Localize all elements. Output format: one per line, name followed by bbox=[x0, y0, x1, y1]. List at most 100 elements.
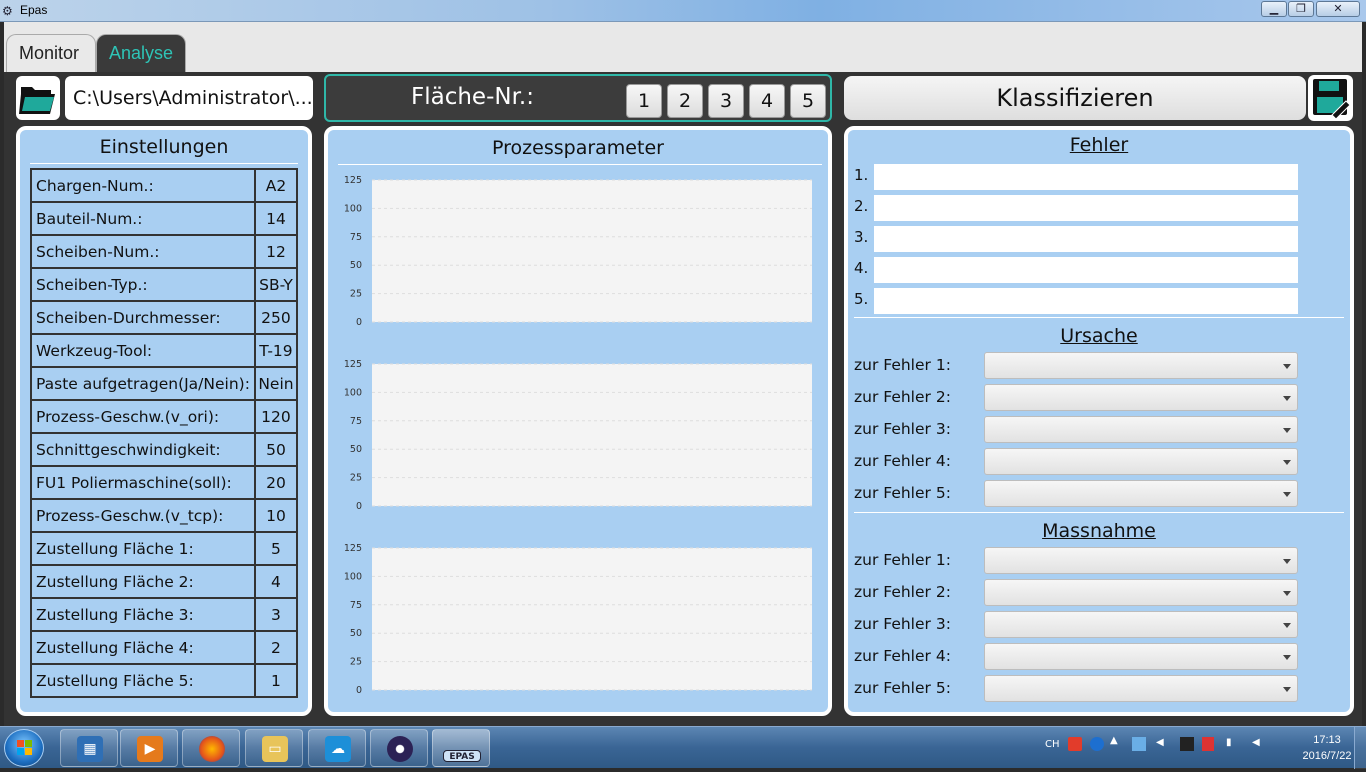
taskbar-libraries[interactable]: ▦ bbox=[60, 729, 118, 767]
flaeche-button-2[interactable]: 2 bbox=[667, 84, 703, 118]
massnahme-title: Massnahme bbox=[1042, 520, 1156, 542]
flaeche-label: Fläche-Nr.: bbox=[411, 84, 534, 110]
clock-time: 17:13 bbox=[1313, 734, 1341, 746]
ursache-select-2[interactable] bbox=[984, 384, 1298, 411]
window-title: Epas bbox=[20, 3, 48, 17]
tab-analyse[interactable]: Analyse bbox=[96, 34, 186, 72]
tray-arrow-icon[interactable]: ▲ bbox=[1110, 735, 1118, 746]
settings-value: 120 bbox=[253, 399, 299, 434]
plot-area bbox=[372, 180, 812, 322]
settings-table: Chargen-Num.: A2 Bauteil-Num.: 14 Scheiben-N… bbox=[30, 168, 299, 698]
maximize-button[interactable]: ❐ bbox=[1288, 1, 1314, 17]
chevron-down-icon bbox=[1283, 623, 1291, 628]
settings-value: A2 bbox=[253, 168, 299, 203]
settings-value: 5 bbox=[253, 531, 299, 566]
settings-row: Scheiben-Typ.: SB-Y bbox=[30, 267, 299, 302]
taskbar-explorer[interactable]: ▭ bbox=[245, 729, 303, 767]
taskbar-media-player[interactable]: ▶ bbox=[120, 729, 178, 767]
settings-row: Prozess-Geschw.(v_tcp): 10 bbox=[30, 498, 299, 533]
classification-panel: Fehler 1. 2. 3. 4. 5. Ursache zur Fehler 1: z… bbox=[844, 126, 1354, 716]
settings-value: 12 bbox=[253, 234, 299, 269]
massnahme-row: zur Fehler 4: bbox=[854, 643, 1344, 671]
settings-label: Paste aufgetragen(Ja/Nein): bbox=[30, 366, 256, 401]
divider bbox=[338, 164, 822, 165]
settings-value: SB-Y bbox=[253, 267, 299, 302]
chevron-down-icon bbox=[1283, 460, 1291, 465]
ursache-select-5[interactable] bbox=[984, 480, 1298, 507]
massnahme-row: zur Fehler 5: bbox=[854, 675, 1344, 703]
path-input[interactable]: C:\Users\Administrator\... bbox=[65, 76, 313, 120]
massnahme-select-1[interactable] bbox=[984, 547, 1298, 574]
fehler-input-3[interactable] bbox=[874, 226, 1298, 252]
process-chart-1: 0 25 50 75 100 125 bbox=[338, 172, 822, 332]
display-icon[interactable] bbox=[1180, 737, 1194, 751]
taskbar-eclipse[interactable] bbox=[370, 729, 428, 767]
taskbar-network-app[interactable]: ☁ bbox=[308, 729, 366, 767]
show-desktop-button[interactable] bbox=[1354, 727, 1366, 769]
massnahme-select-4[interactable] bbox=[984, 643, 1298, 670]
network-icon[interactable] bbox=[1132, 737, 1146, 751]
taskbar-firefox[interactable] bbox=[182, 729, 240, 767]
flaeche-button-3[interactable]: 3 bbox=[708, 84, 744, 118]
clock-date: 2016/7/22 bbox=[1302, 750, 1352, 762]
volume-icon[interactable]: ◀ bbox=[1156, 737, 1164, 748]
fehler-number: 5. bbox=[854, 290, 869, 308]
y-tick-label: 75 bbox=[350, 232, 362, 243]
chevron-down-icon bbox=[1283, 364, 1291, 369]
y-tick-label: 75 bbox=[350, 416, 362, 427]
settings-label: Zustellung Fläche 4: bbox=[30, 630, 256, 665]
speaker-icon[interactable]: ◀ bbox=[1252, 737, 1260, 748]
analyse-content: C:\Users\Administrator\... Fläche-Nr.: 1… bbox=[4, 72, 1362, 726]
massnahme-select-5[interactable] bbox=[984, 675, 1298, 702]
ursache-label: zur Fehler 1: bbox=[854, 356, 951, 374]
settings-row: Schnittgeschwindigkeit: 50 bbox=[30, 432, 299, 467]
taskbar-epas[interactable]: EPAS bbox=[432, 729, 490, 767]
signal-icon[interactable]: ▮ bbox=[1226, 737, 1232, 748]
settings-row: Prozess-Geschw.(v_ori): 120 bbox=[30, 399, 299, 434]
plot-area bbox=[372, 548, 812, 690]
massnahme-row: zur Fehler 1: bbox=[854, 547, 1344, 575]
file-explorer-library-icon: ▦ bbox=[77, 736, 103, 762]
fehler-input-2[interactable] bbox=[874, 195, 1298, 221]
clock[interactable]: 17:13 2016/7/22 bbox=[1295, 732, 1359, 764]
ursache-select-1[interactable] bbox=[984, 352, 1298, 379]
fehler-input-4[interactable] bbox=[874, 257, 1298, 283]
start-button[interactable] bbox=[4, 729, 44, 767]
ursache-title: Ursache bbox=[1060, 325, 1138, 347]
massnahme-label: zur Fehler 1: bbox=[854, 551, 951, 569]
settings-row: Bauteil-Num.: 14 bbox=[30, 201, 299, 236]
settings-value: 20 bbox=[253, 465, 299, 500]
settings-panel: Einstellungen Chargen-Num.: A2 Bauteil-Num… bbox=[16, 126, 312, 716]
help-icon[interactable] bbox=[1090, 737, 1104, 751]
settings-value: 50 bbox=[253, 432, 299, 467]
chevron-down-icon bbox=[1283, 687, 1291, 692]
open-folder-button[interactable] bbox=[16, 76, 60, 120]
ursache-select-3[interactable] bbox=[984, 416, 1298, 443]
massnahme-select-2[interactable] bbox=[984, 579, 1298, 606]
massnahme-label: zur Fehler 5: bbox=[854, 679, 951, 697]
fehler-input-1[interactable] bbox=[874, 164, 1298, 190]
close-button[interactable]: ✕ bbox=[1316, 1, 1360, 17]
massnahme-label: zur Fehler 4: bbox=[854, 647, 951, 665]
sogou-input-icon[interactable] bbox=[1068, 737, 1082, 751]
fehler-number: 2. bbox=[854, 197, 869, 215]
flaeche-button-5[interactable]: 5 bbox=[790, 84, 826, 118]
fehler-input-5[interactable] bbox=[874, 288, 1298, 314]
security-icon[interactable] bbox=[1202, 737, 1214, 751]
classify-button[interactable]: Klassifizieren bbox=[844, 76, 1306, 120]
settings-label: Scheiben-Typ.: bbox=[30, 267, 256, 302]
save-button[interactable] bbox=[1308, 75, 1353, 121]
settings-label: Scheiben-Num.: bbox=[30, 234, 256, 269]
y-tick-label: 25 bbox=[350, 473, 362, 484]
y-tick-label: 0 bbox=[356, 317, 362, 328]
settings-value: 3 bbox=[253, 597, 299, 632]
process-chart-3: 0 25 50 75 100 125 bbox=[338, 540, 822, 700]
ursache-select-4[interactable] bbox=[984, 448, 1298, 475]
flaeche-button-4[interactable]: 4 bbox=[749, 84, 785, 118]
massnahme-select-3[interactable] bbox=[984, 611, 1298, 638]
flaeche-button-1[interactable]: 1 bbox=[626, 84, 662, 118]
language-indicator[interactable]: CH bbox=[1045, 739, 1060, 750]
process-title: Prozessparameter bbox=[492, 137, 664, 159]
tab-monitor[interactable]: Monitor bbox=[6, 34, 96, 72]
minimize-button[interactable]: ▁ bbox=[1261, 1, 1287, 17]
